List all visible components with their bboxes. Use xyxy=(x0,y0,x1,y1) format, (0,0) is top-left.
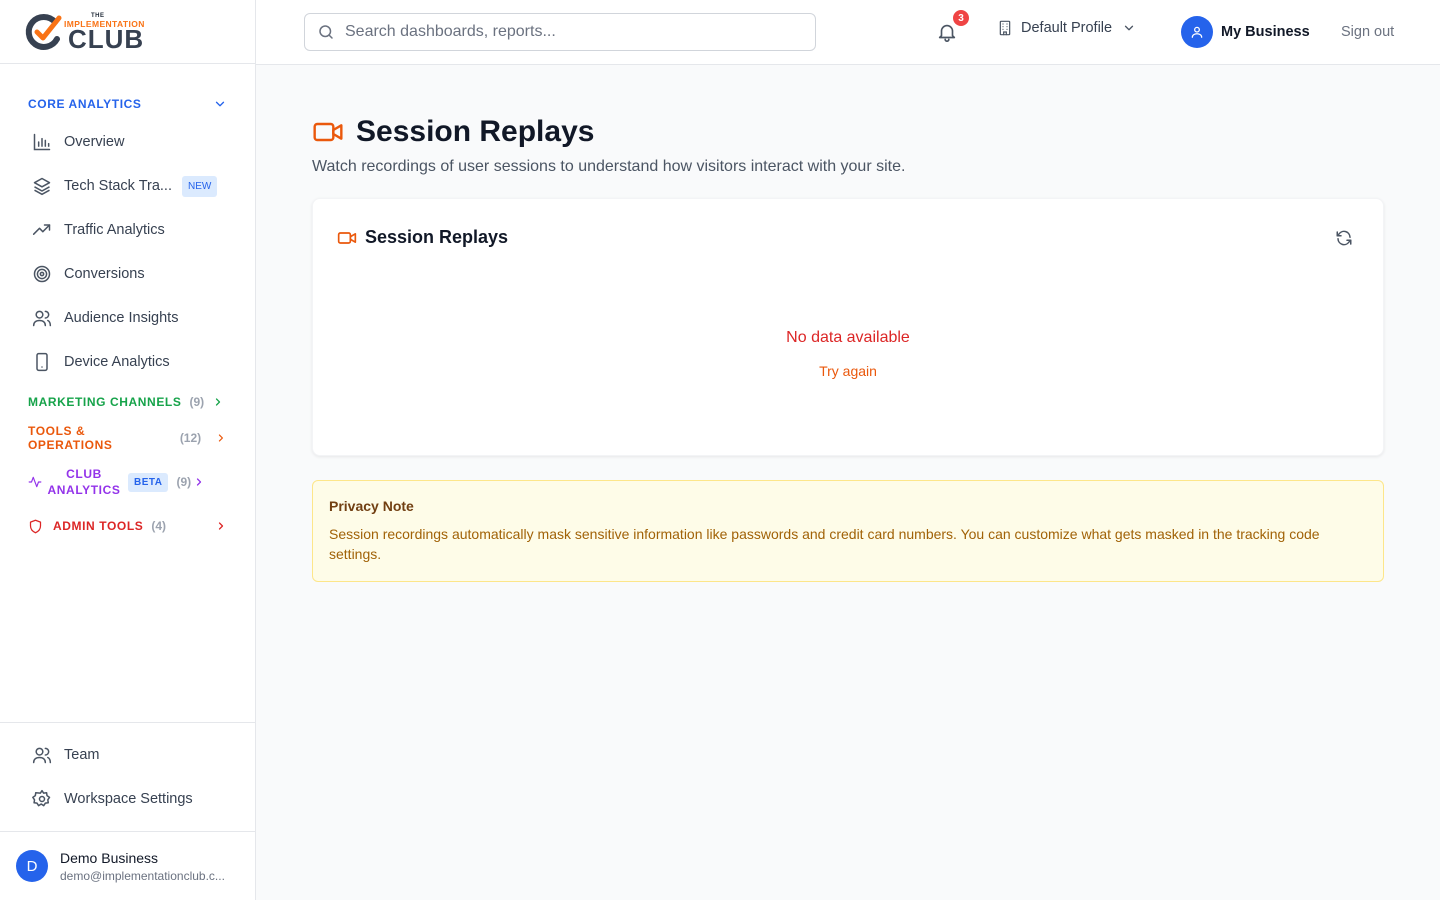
section-marketing-label: MARKETING CHANNELS xyxy=(28,395,182,409)
privacy-note-text: Session recordings automatically mask se… xyxy=(329,526,1320,562)
avatar xyxy=(1181,16,1213,48)
page-title: Session Replays xyxy=(356,115,595,148)
user-profile-footer[interactable]: D Demo Business demo@implementationclub.… xyxy=(0,831,255,900)
notification-count-badge: 3 xyxy=(953,10,969,26)
card-header: Session Replays xyxy=(337,227,508,248)
section-marketing-count: (9) xyxy=(189,395,205,409)
sidebar-item-label: Overview xyxy=(64,134,125,150)
gear-icon xyxy=(32,789,52,809)
activity-icon xyxy=(28,476,42,488)
layers-icon xyxy=(32,176,52,196)
search-box[interactable] xyxy=(304,13,816,51)
sidebar-item-tech-stack[interactable]: Tech Stack Tra... NEW xyxy=(0,164,255,208)
section-admin-count: (4) xyxy=(151,519,167,533)
sidebar-item-label: Team xyxy=(64,747,100,763)
privacy-note: Privacy Note Session recordings automati… xyxy=(312,480,1384,582)
users-icon xyxy=(32,308,52,328)
section-club-label-line2: ANALYTICS xyxy=(47,483,121,497)
session-replays-card: Session Replays No data available Try ag… xyxy=(312,198,1384,456)
video-icon xyxy=(337,231,357,244)
profile-label: Default Profile xyxy=(1021,20,1113,36)
section-core-analytics[interactable]: CORE ANALYTICS xyxy=(0,92,255,116)
section-tools-label: TOOLS & OPERATIONS xyxy=(28,424,113,452)
empty-state-message: No data available xyxy=(786,329,910,346)
card-title: Session Replays xyxy=(365,227,509,247)
avatar: D xyxy=(16,850,48,882)
sidebar-item-label: Workspace Settings xyxy=(64,791,193,807)
section-club-label-line1: CLUB xyxy=(66,467,102,481)
sidebar-item-traffic[interactable]: Traffic Analytics xyxy=(0,208,255,252)
sidebar-item-audience[interactable]: Audience Insights xyxy=(0,296,255,340)
user-icon xyxy=(1191,26,1203,38)
logo-check-icon xyxy=(25,13,62,50)
top-header: 3 Default Profile My Business Sign out xyxy=(256,0,1440,65)
bell-icon[interactable] xyxy=(936,21,958,43)
sidebar-item-conversions[interactable]: Conversions xyxy=(0,252,255,296)
privacy-note-title: Privacy Note xyxy=(329,498,414,514)
page-subtitle: Watch recordings of user sessions to und… xyxy=(312,158,906,175)
sidebar-item-label: Tech Stack Tra... xyxy=(64,178,172,194)
sidebar-item-label: Conversions xyxy=(64,266,145,282)
section-club-analytics[interactable]: CLUB ANALYTICS BETA (9) xyxy=(0,456,255,508)
target-icon xyxy=(32,264,52,284)
sidebar-item-label: Traffic Analytics xyxy=(64,222,165,238)
logo[interactable]: THE IMPLEMENTATION CLUB xyxy=(0,0,255,64)
logo-club: CLUB xyxy=(68,23,145,54)
building-icon xyxy=(999,20,1011,36)
sidebar-item-device[interactable]: Device Analytics xyxy=(0,340,255,384)
profile-selector[interactable]: Default Profile xyxy=(997,20,1136,36)
try-again-button[interactable]: Try again xyxy=(313,363,1383,379)
section-club-count: (9) xyxy=(176,475,192,489)
section-core-label: CORE ANALYTICS xyxy=(28,97,142,111)
main-content: Session Replays Watch recordings of user… xyxy=(312,112,1384,582)
chevron-down-icon xyxy=(1124,25,1134,31)
shield-icon xyxy=(29,519,42,533)
business-menu[interactable]: My Business xyxy=(1181,16,1310,48)
refresh-icon[interactable] xyxy=(1335,229,1353,247)
section-tools-operations[interactable]: TOOLS & OPERATIONS (12) xyxy=(0,420,255,456)
page-header: Session Replays xyxy=(312,112,1384,152)
search-input[interactable] xyxy=(345,23,785,41)
trending-up-icon xyxy=(32,220,52,240)
user-info: Demo Business demo@implementationclub.c.… xyxy=(60,850,225,883)
user-name: Demo Business xyxy=(60,849,159,866)
bar-chart-icon xyxy=(32,132,52,152)
sidebar-item-workspace-settings[interactable]: Workspace Settings xyxy=(0,777,255,821)
sidebar-nav: CORE ANALYTICS Overview Tech Stack Tra..… xyxy=(0,64,255,544)
business-name: My Business xyxy=(1221,24,1310,40)
logo-mark: THE IMPLEMENTATION CLUB xyxy=(24,12,148,52)
section-admin-label: ADMIN TOOLS xyxy=(53,519,144,533)
video-icon xyxy=(313,122,343,142)
sidebar-item-label: Device Analytics xyxy=(64,354,170,370)
sidebar: THE IMPLEMENTATION CLUB CORE ANALYTICS O… xyxy=(0,0,256,900)
chevron-right-icon xyxy=(216,398,221,406)
search-icon xyxy=(319,25,333,39)
section-tools-count: (12) xyxy=(179,431,202,445)
chevron-right-icon xyxy=(218,434,224,442)
section-club-label: CLUB ANALYTICS xyxy=(46,466,122,498)
users-icon xyxy=(32,745,52,765)
new-badge: NEW xyxy=(182,175,218,197)
sidebar-bottom-nav: Team Workspace Settings xyxy=(0,722,255,821)
user-email: demo@implementationclub.c... xyxy=(60,868,225,883)
section-admin-tools[interactable]: ADMIN TOOLS (4) xyxy=(0,508,255,544)
sidebar-item-label: Audience Insights xyxy=(64,310,179,326)
sidebar-item-team[interactable]: Team xyxy=(0,733,255,777)
chevron-down-icon xyxy=(215,101,225,107)
smartphone-icon xyxy=(32,352,52,372)
beta-badge: BETA xyxy=(128,472,169,492)
chevron-right-icon xyxy=(197,478,202,486)
sidebar-item-overview[interactable]: Overview xyxy=(0,120,255,164)
section-marketing-channels[interactable]: MARKETING CHANNELS (9) xyxy=(0,384,255,420)
chevron-right-icon xyxy=(218,522,224,530)
sign-out-link[interactable]: Sign out xyxy=(1341,24,1394,40)
